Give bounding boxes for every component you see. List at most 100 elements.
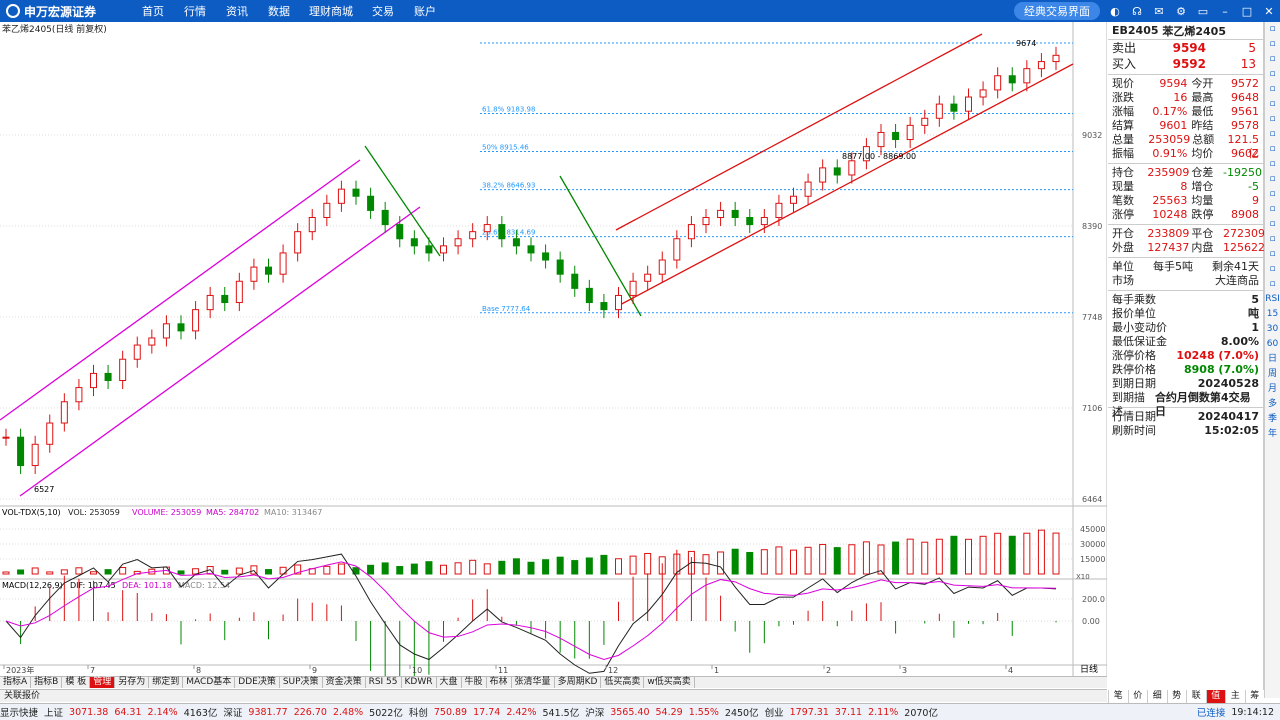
indicator-tab[interactable]: RSI 55 (366, 677, 402, 688)
period-年[interactable]: 年 (1268, 427, 1277, 442)
tool-icon[interactable]: ▫ (1269, 37, 1275, 52)
indicator-tab[interactable]: 张清华量 (512, 677, 555, 688)
kc-label[interactable]: 科创 (409, 705, 428, 719)
indicator-tab[interactable]: 指标B (31, 677, 63, 688)
kline-chart-area[interactable]: 苯乙烯2405(日线 前复权) 9032 8390 7748 7106 6464 61.… (0, 22, 1107, 676)
period-多[interactable]: 多 (1268, 397, 1277, 412)
tool-icon[interactable]: ▫ (1269, 112, 1275, 127)
right-tab[interactable]: 值 (1205, 690, 1225, 703)
period-日[interactable]: 日 (1268, 352, 1277, 367)
volume-bar (542, 559, 550, 575)
candle-body (279, 252, 287, 275)
volume-bar (483, 563, 491, 575)
close-icon[interactable]: ✕ (1262, 4, 1276, 18)
fib-label: 50% 8915.46 (482, 144, 529, 152)
cy-label[interactable]: 创业 (765, 705, 784, 719)
settings-icon[interactable]: ⚙ (1174, 4, 1188, 18)
period-15[interactable]: 15 (1267, 307, 1278, 322)
minimize-icon[interactable]: – (1218, 4, 1232, 18)
nav-mall[interactable]: 理财商城 (300, 3, 362, 19)
tool-icon[interactable]: ▫ (1269, 97, 1275, 112)
indicator-tab[interactable]: 大盘 (437, 677, 462, 688)
tool-icon[interactable]: ▫ (1269, 22, 1275, 37)
candle-body (294, 231, 302, 254)
tool-icon[interactable]: ▫ (1269, 172, 1275, 187)
hs-pct: 1.55% (688, 706, 719, 718)
tool-icon[interactable]: ▫ (1269, 127, 1275, 142)
indicator-tab[interactable]: 牛股 (462, 677, 487, 688)
period-周[interactable]: 周 (1268, 367, 1277, 382)
nav-trade[interactable]: 交易 (362, 3, 404, 19)
volume-bar (1008, 535, 1016, 575)
indicator-tab[interactable]: KDWR (402, 677, 437, 688)
brand-logo[interactable]: 申万宏源证券 (0, 3, 118, 20)
indicator-tab[interactable]: 管理 (90, 677, 116, 688)
maximize-icon[interactable]: □ (1240, 4, 1254, 18)
tool-icon[interactable]: ▫ (1269, 187, 1275, 202)
nav-market[interactable]: 行情 (174, 3, 216, 19)
skin-icon[interactable]: ◐ (1108, 4, 1122, 18)
tool-icon[interactable]: ▫ (1269, 202, 1275, 217)
classic-trade-button[interactable]: 经典交易界面 (1014, 2, 1100, 20)
indicator-tab[interactable]: w低买高卖 (644, 677, 695, 688)
tool-icon[interactable]: ▫ (1269, 52, 1275, 67)
sh-label[interactable]: 上证 (44, 705, 63, 719)
right-tab[interactable]: 价 (1127, 690, 1148, 703)
side-icon-bar: ▫ ▫ ▫ ▫ ▫ ▫ ▫ ▫ ▫ ▫ ▫ ▫ ▫ ▫ ▫ ▫ ▫ ▫ RSI 15 30 60 日周月多季年 (1264, 22, 1280, 698)
macd-tick: 200.0 (1082, 595, 1105, 604)
indicator-tab[interactable]: 低买高卖 (601, 677, 645, 688)
right-tab[interactable]: 主 (1225, 690, 1245, 703)
volume-bar (731, 548, 739, 575)
right-tab[interactable]: 势 (1166, 690, 1187, 703)
indicator-tab[interactable]: MACD基本 (183, 677, 236, 688)
tool-icon[interactable]: ▫ (1269, 247, 1275, 262)
nav-account[interactable]: 账户 (404, 3, 446, 19)
indicator-tab[interactable]: 资金决策 (323, 677, 366, 688)
period-label[interactable]: 日线 (1080, 663, 1098, 675)
tool-icon[interactable]: ▫ (1269, 277, 1275, 292)
volume-bar (965, 538, 972, 575)
contract-code: EB2405 (1112, 24, 1159, 37)
indicator-tab[interactable]: 多周期KD (555, 677, 602, 688)
period-RSI[interactable]: RSI (1265, 292, 1280, 307)
indicator-tab[interactable]: 布林 (487, 677, 512, 688)
indicator-tab[interactable]: 绑定到 (149, 677, 184, 688)
restore-icon[interactable]: ▭ (1196, 4, 1210, 18)
quote-value2: 9648 (1231, 91, 1259, 104)
date-label: 8 (196, 666, 201, 675)
tool-icon[interactable]: ▫ (1269, 157, 1275, 172)
period-月[interactable]: 月 (1268, 382, 1277, 397)
right-tab[interactable]: 筹 (1244, 690, 1265, 703)
sh-change: 64.31 (114, 706, 142, 718)
period-季[interactable]: 季 (1268, 412, 1277, 427)
headset-icon[interactable]: ☊ (1130, 4, 1144, 18)
sz-label[interactable]: 深证 (223, 705, 242, 719)
mail-icon[interactable]: ✉ (1152, 4, 1166, 18)
indicator-tab[interactable]: 模 板 (62, 677, 91, 688)
show-shortcut[interactable]: 显示快捷 (0, 705, 38, 719)
tool-icon[interactable]: ▫ (1269, 262, 1275, 277)
hs-label[interactable]: 沪深 (585, 705, 604, 719)
tool-icon[interactable]: ▫ (1269, 67, 1275, 82)
nav-data[interactable]: 数据 (258, 3, 300, 19)
indicator-tab[interactable]: 另存为 (115, 677, 150, 688)
tool-icon[interactable]: ▫ (1269, 142, 1275, 157)
tool-icon[interactable]: ▫ (1269, 82, 1275, 97)
nav-news[interactable]: 资讯 (216, 3, 258, 19)
period-60[interactable]: 60 (1267, 337, 1278, 352)
indicator-tab[interactable]: SUP决策 (280, 677, 323, 688)
kline-svg[interactable]: 苯乙烯2405(日线 前复权) 9032 8390 7748 7106 6464 61.… (0, 22, 1107, 676)
related-quote[interactable]: 关联报价 (0, 689, 1107, 702)
pos-value: 10248 (1152, 208, 1188, 221)
period-30[interactable]: 30 (1267, 322, 1278, 337)
right-tab[interactable]: 笔 (1108, 690, 1128, 703)
indicator-tab[interactable]: 指标A (0, 677, 32, 688)
indicator-tab[interactable]: DDE决策 (235, 677, 280, 688)
info-row: 最小变动价 1 (1108, 321, 1263, 335)
right-tab[interactable]: 联 (1186, 690, 1206, 703)
tool-icon[interactable]: ▫ (1269, 232, 1275, 247)
nav-home[interactable]: 首页 (132, 3, 174, 19)
macd-name: MACD(12,26,9) (2, 581, 63, 590)
right-tab[interactable]: 细 (1147, 690, 1167, 703)
tool-icon[interactable]: ▫ (1269, 217, 1275, 232)
